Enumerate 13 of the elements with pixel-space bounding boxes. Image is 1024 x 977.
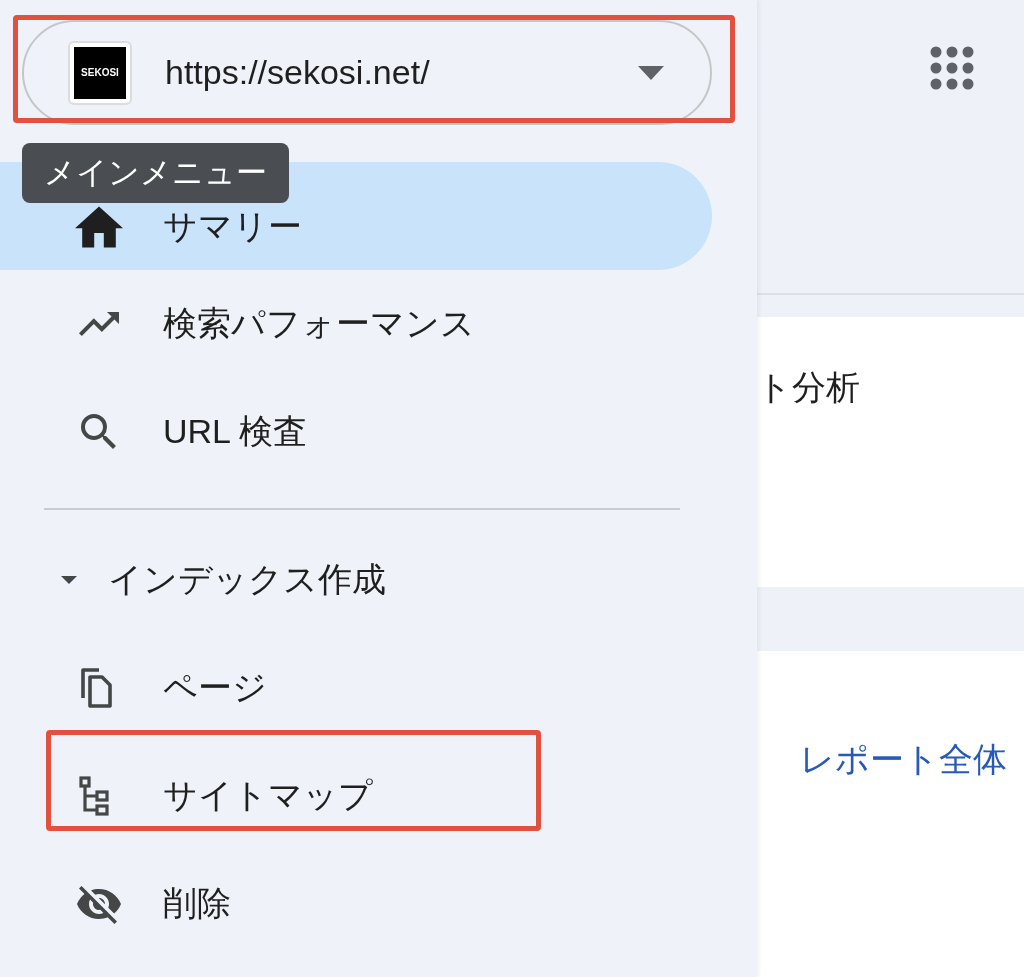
nav-item[interactable]: URL 検査 [0,378,712,486]
nav-item[interactable]: 削除 [0,850,712,958]
report-link[interactable]: レポート全体 [800,737,1007,783]
section-header[interactable]: インデックス作成 [0,526,757,634]
tooltip: メインメニュー [22,143,289,203]
nav-item[interactable]: 検索パフォーマンス [0,270,712,378]
nav-item[interactable]: サイトマップ [0,742,712,850]
apps-grid-icon[interactable] [930,46,974,90]
card-title: ト分析 [757,367,860,408]
dropdown-caret-icon [638,65,664,80]
property-selector[interactable]: SEKOSI https://sekosi.net/ [22,20,712,125]
site-favicon: SEKOSI [68,40,132,105]
nav-item[interactable]: ページ [0,634,712,742]
